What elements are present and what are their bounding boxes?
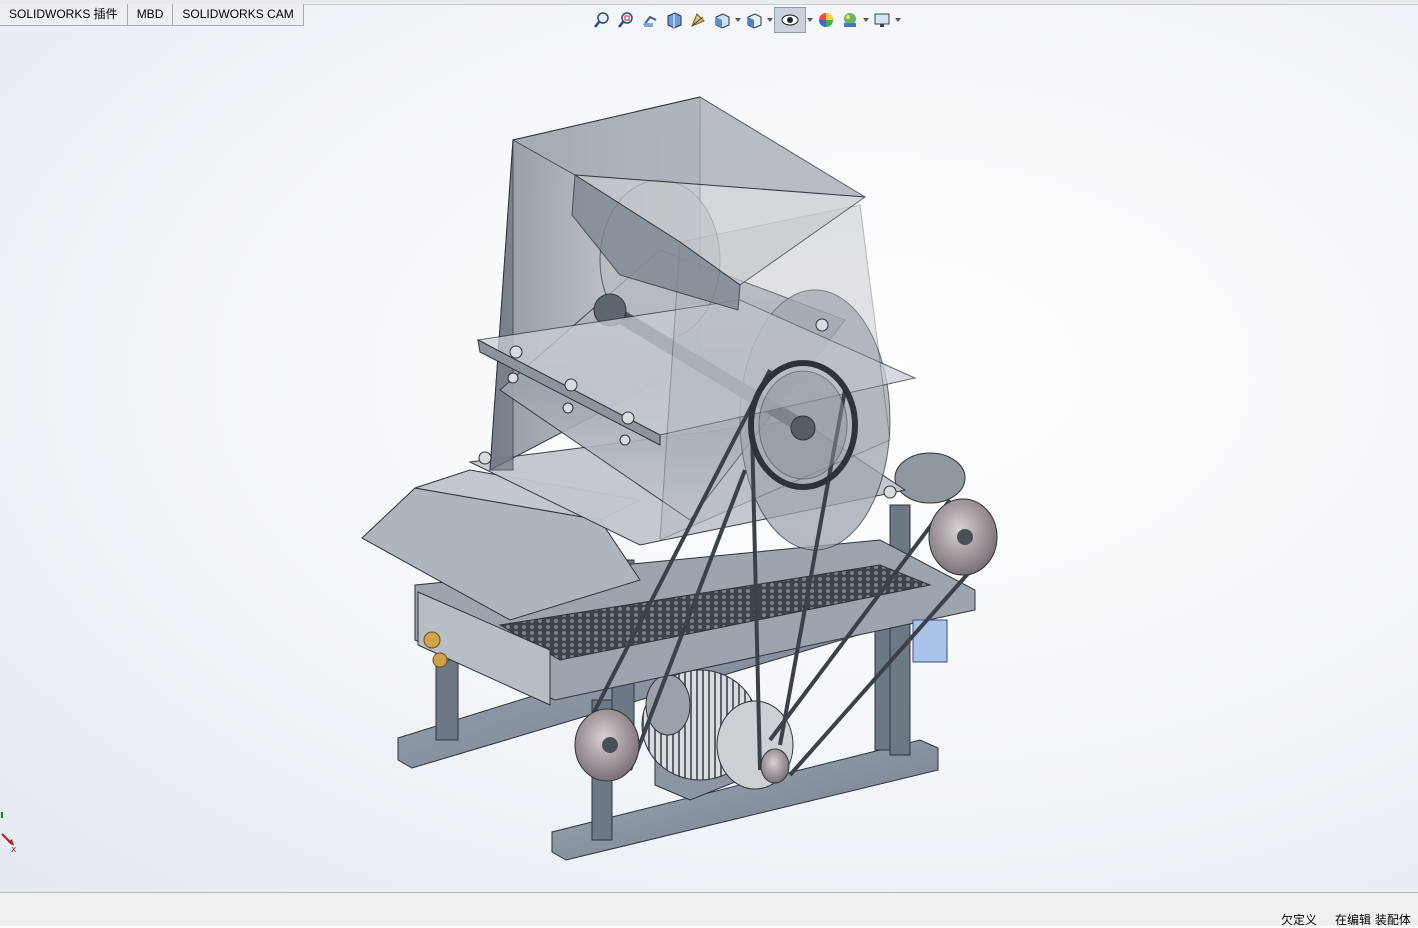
dynamic-annotation-views-icon[interactable] bbox=[686, 8, 710, 32]
motor-pulley bbox=[760, 748, 790, 784]
bearing bbox=[423, 631, 441, 649]
apply-scene-icon[interactable] bbox=[838, 8, 862, 32]
coordinate-triad: x bbox=[1, 812, 17, 855]
section-view-icon[interactable] bbox=[662, 8, 686, 32]
frame-leg bbox=[889, 504, 911, 756]
status-edit-mode: 在编辑 装配体 bbox=[1335, 913, 1411, 927]
display-style-icon[interactable] bbox=[742, 8, 766, 32]
hide-show-items-icon[interactable] bbox=[774, 7, 806, 33]
tab-mbd[interactable]: MBD bbox=[127, 4, 174, 26]
view-settings-dropdown[interactable] bbox=[894, 8, 902, 32]
lower-pulley bbox=[574, 708, 640, 782]
horizontal-scrollbar[interactable] bbox=[0, 892, 1418, 910]
heads-up-view-toolbar bbox=[590, 7, 902, 33]
rear-roller bbox=[894, 452, 966, 504]
housing-side bbox=[489, 139, 514, 471]
zoom-to-fit-icon[interactable] bbox=[590, 8, 614, 32]
view-orientation-icon[interactable] bbox=[710, 8, 734, 32]
command-manager-tabs: SOLIDWORKS 插件 MBD SOLIDWORKS CAM bbox=[0, 4, 304, 26]
status-definition: 欠定义 bbox=[1281, 913, 1318, 927]
tab-solidworks-cam[interactable]: SOLIDWORKS CAM bbox=[173, 4, 304, 26]
bearing bbox=[432, 652, 448, 668]
frame-leg bbox=[435, 659, 459, 741]
triad-x-label: x bbox=[11, 845, 17, 855]
graphics-viewport[interactable]: x bbox=[0, 0, 1418, 892]
conveyor-pulley bbox=[928, 498, 998, 576]
edit-appearance-icon[interactable] bbox=[814, 8, 838, 32]
view-settings-icon[interactable] bbox=[870, 8, 894, 32]
blue-bracket bbox=[912, 619, 948, 663]
apply-scene-dropdown[interactable] bbox=[862, 8, 870, 32]
status-bar: 欠定义 在编辑 装配体 bbox=[0, 909, 1418, 927]
drum-pulley bbox=[748, 360, 858, 490]
display-style-dropdown[interactable] bbox=[766, 8, 774, 32]
zoom-to-area-icon[interactable] bbox=[614, 8, 638, 32]
assembly-model[interactable] bbox=[350, 90, 1010, 870]
hide-show-items-dropdown[interactable] bbox=[806, 8, 814, 32]
previous-view-icon[interactable] bbox=[638, 8, 662, 32]
tab-solidworks-addins[interactable]: SOLIDWORKS 插件 bbox=[0, 4, 128, 26]
view-orientation-dropdown[interactable] bbox=[734, 8, 742, 32]
